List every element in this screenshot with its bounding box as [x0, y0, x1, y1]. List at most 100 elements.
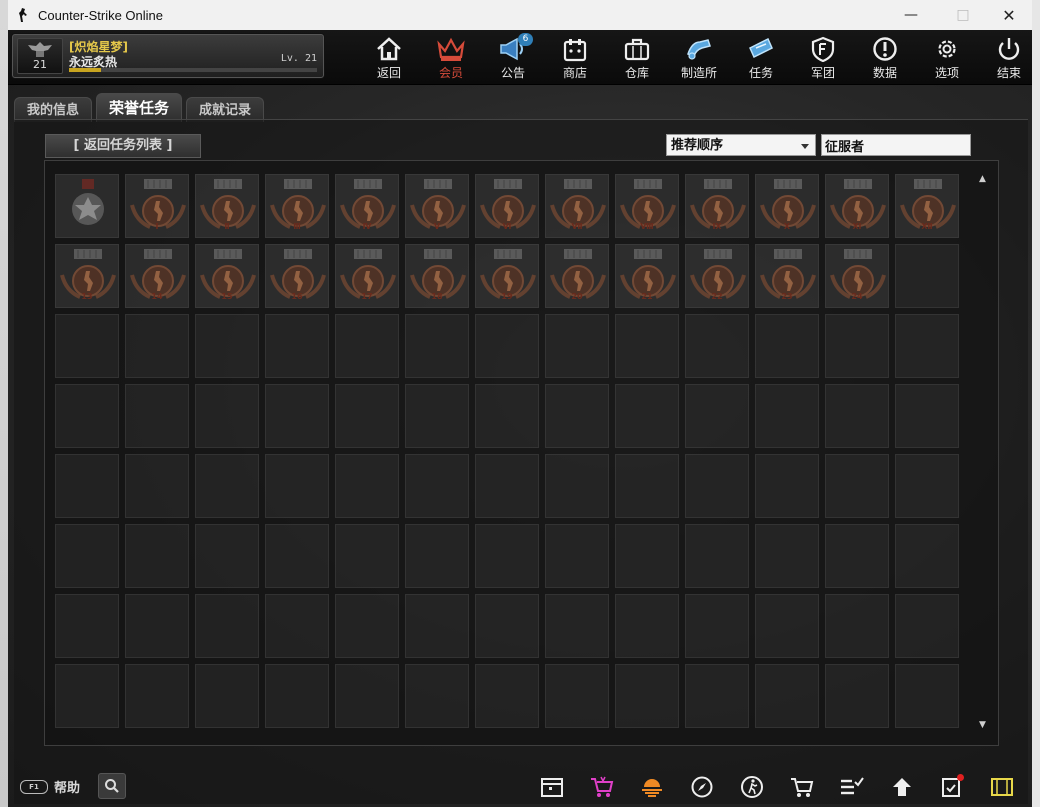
medal-cell[interactable]: 14 [125, 244, 189, 308]
nav-exit[interactable]: 结束 [978, 30, 1032, 84]
empty-slot[interactable] [55, 454, 119, 518]
nav-notice[interactable]: 6 公告 [482, 30, 544, 84]
empty-slot[interactable] [825, 314, 889, 378]
empty-slot[interactable] [615, 384, 679, 448]
window-titlebar[interactable]: Counter-Strike Online — □ ✕ [8, 0, 1032, 31]
checklist-icon[interactable] [836, 772, 868, 802]
empty-slot[interactable] [895, 594, 959, 658]
medal-cell[interactable]: Ⅻ [895, 174, 959, 238]
empty-slot[interactable] [825, 454, 889, 518]
empty-slot[interactable] [125, 454, 189, 518]
medal-cell[interactable]: Ⅴ [405, 174, 469, 238]
nav-membership[interactable]: 会员 [420, 30, 482, 84]
empty-slot[interactable] [685, 594, 749, 658]
medal-cell[interactable]: Ⅹ [755, 174, 819, 238]
medal-cell[interactable]: 23 [755, 244, 819, 308]
nav-crafting[interactable]: 制造所 [668, 30, 730, 84]
empty-slot[interactable] [685, 664, 749, 728]
empty-slot[interactable] [755, 384, 819, 448]
medal-cell[interactable]: Ⅶ [545, 174, 609, 238]
medal-cell[interactable]: Ⅵ [475, 174, 539, 238]
back-to-mission-list-button[interactable]: [ 返回任务列表 ] [45, 134, 201, 158]
empty-slot[interactable] [195, 524, 259, 588]
nav-shop[interactable]: 商店 [544, 30, 606, 84]
empty-slot[interactable] [475, 524, 539, 588]
medal-cell[interactable]: Ⅺ [825, 174, 889, 238]
minimize-button[interactable]: — [888, 0, 934, 30]
vip-cart-icon[interactable] [586, 772, 618, 802]
empty-slot[interactable] [195, 314, 259, 378]
nav-inventory[interactable]: 仓库 [606, 30, 668, 84]
empty-slot[interactable] [895, 664, 959, 728]
empty-slot[interactable] [895, 384, 959, 448]
medal-cell[interactable]: 18 [405, 244, 469, 308]
empty-slot[interactable] [615, 594, 679, 658]
empty-slot[interactable] [125, 384, 189, 448]
medal-cell[interactable]: 13 [55, 244, 119, 308]
empty-slot[interactable] [755, 664, 819, 728]
empty-slot[interactable] [265, 664, 329, 728]
runner-icon[interactable] [736, 772, 768, 802]
empty-slot[interactable] [755, 524, 819, 588]
empty-slot[interactable] [195, 384, 259, 448]
scroll-up-arrow-icon[interactable]: ▲ [979, 174, 986, 184]
empty-slot[interactable] [335, 454, 399, 518]
cart-icon[interactable] [786, 772, 818, 802]
medal-cell[interactable]: 17 [335, 244, 399, 308]
tab-honor-missions[interactable]: 荣誉任务 [96, 93, 183, 122]
empty-slot[interactable] [615, 314, 679, 378]
empty-slot[interactable] [335, 384, 399, 448]
empty-slot[interactable] [125, 594, 189, 658]
empty-slot[interactable] [265, 454, 329, 518]
empty-slot[interactable] [825, 524, 889, 588]
scroll-down-arrow-icon[interactable]: ▼ [979, 720, 986, 730]
empty-slot[interactable] [685, 524, 749, 588]
empty-slot[interactable] [545, 594, 609, 658]
nav-stats[interactable]: 数据 [854, 30, 916, 84]
calendar-icon[interactable] [536, 772, 568, 802]
empty-slot[interactable] [265, 524, 329, 588]
empty-slot[interactable] [475, 454, 539, 518]
empty-slot[interactable] [125, 314, 189, 378]
empty-slot[interactable] [55, 594, 119, 658]
empty-slot[interactable] [825, 384, 889, 448]
film-icon[interactable] [986, 772, 1018, 802]
empty-slot[interactable] [265, 384, 329, 448]
nav-missions[interactable]: 任务 [730, 30, 792, 84]
empty-slot[interactable] [55, 524, 119, 588]
maximize-button[interactable]: □ [940, 0, 986, 30]
empty-slot[interactable] [685, 314, 749, 378]
empty-slot[interactable] [755, 594, 819, 658]
empty-slot[interactable] [405, 454, 469, 518]
medal-cell[interactable]: Ⅱ [195, 174, 259, 238]
medal-cell[interactable]: Ⅰ [125, 174, 189, 238]
empty-slot[interactable] [895, 524, 959, 588]
empty-slot[interactable] [265, 314, 329, 378]
empty-slot[interactable] [755, 314, 819, 378]
medal-cell[interactable]: 19 [475, 244, 539, 308]
empty-slot[interactable] [55, 664, 119, 728]
empty-slot[interactable] [405, 384, 469, 448]
empty-slot[interactable] [685, 454, 749, 518]
empty-slot[interactable] [195, 454, 259, 518]
empty-slot[interactable] [615, 664, 679, 728]
nav-options[interactable]: 选项 [916, 30, 978, 84]
sort-order-dropdown[interactable]: 推荐顺序 [666, 134, 816, 156]
compass-icon[interactable] [686, 772, 718, 802]
empty-slot[interactable] [545, 664, 609, 728]
empty-slot[interactable] [475, 314, 539, 378]
empty-slot[interactable] [195, 594, 259, 658]
medal-cell[interactable]: Ⅲ [265, 174, 329, 238]
medal-cell[interactable]: 22 [685, 244, 749, 308]
help-button[interactable]: F1 帮助 [20, 777, 80, 796]
empty-slot[interactable] [405, 664, 469, 728]
nav-clan[interactable]: 军团 [792, 30, 854, 84]
nav-back[interactable]: 返回 [358, 30, 420, 84]
empty-slot[interactable] [55, 384, 119, 448]
sunset-icon[interactable] [636, 772, 668, 802]
clipboard-icon[interactable] [936, 772, 968, 802]
empty-slot[interactable] [125, 524, 189, 588]
empty-slot[interactable] [895, 244, 959, 308]
player-profile-card[interactable]: 21 [炽焰星梦] 永远炙热 Lv. 21 [12, 34, 324, 78]
empty-slot[interactable] [895, 454, 959, 518]
